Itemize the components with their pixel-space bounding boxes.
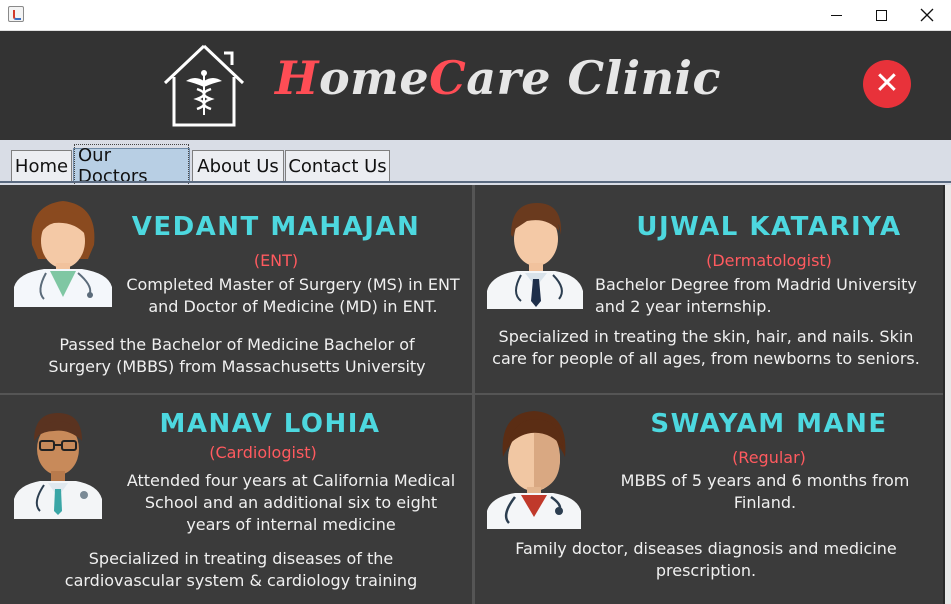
doctor-specialty: (ENT) — [253, 251, 299, 270]
doctor-card: MANAV LOHIA (Cardiologist) Attended four… — [0, 395, 472, 604]
doctor-description: Specialized in treating the skin, hair, … — [492, 327, 920, 368]
doctor-specialty: (Regular) — [732, 448, 806, 467]
maximize-button[interactable] — [858, 0, 904, 30]
doctor-name: SWAYAM MANE — [650, 409, 888, 439]
tab-our-doctors[interactable]: Our Doctors — [73, 143, 190, 188]
tab-strip: Home Our Doctors About Us Contact Us — [0, 140, 951, 188]
tab-contact-us[interactable]: Contact Us — [285, 150, 390, 182]
doctor-name: VEDANT MAHAJAN — [131, 212, 421, 242]
tab-home[interactable]: Home — [11, 150, 72, 182]
maximize-icon — [875, 9, 887, 21]
doctor-card: SWAYAM MANE (Regular) MBBS of 5 years an… — [475, 395, 943, 604]
doctor-description: Family doctor, diseases diagnosis and me… — [515, 539, 897, 580]
doctor-male-avatar-icon — [487, 203, 583, 309]
doctor-qualification: Completed Master of Surgery (MS) in ENT … — [126, 275, 460, 316]
doctor-cartoon-avatar-icon — [487, 411, 581, 529]
doctor-card: UJWAL KATARIYA (Dermatologist) Bachelor … — [475, 185, 943, 393]
doctor-qualification: Bachelor Degree from Madrid University a… — [595, 275, 917, 316]
exit-app-button[interactable]: ✕ — [863, 60, 911, 108]
minimize-button[interactable] — [813, 0, 859, 30]
doctor-description: Passed the Bachelor of Medicine Bachelor… — [48, 335, 426, 376]
window-titlebar — [0, 0, 951, 31]
doctor-female-avatar-icon — [14, 201, 112, 307]
house-caduceus-logo-icon — [163, 44, 245, 127]
doctor-qualification: Attended four years at California Medica… — [126, 471, 456, 534]
tab-underline — [0, 181, 951, 183]
doctor-specialty: (Dermatologist) — [706, 251, 832, 270]
doctor-description: Specialized in treating diseases of the … — [64, 549, 418, 590]
doctor-name: UJWAL KATARIYA — [636, 212, 902, 242]
panel-scrollbar[interactable] — [943, 185, 951, 604]
doctors-panel: VEDANT MAHAJAN (ENT) Completed Master of… — [0, 185, 951, 604]
doctor-name: MANAV LOHIA — [159, 409, 381, 439]
java-app-icon — [8, 6, 24, 22]
doctor-card: VEDANT MAHAJAN (ENT) Completed Master of… — [0, 185, 472, 393]
card-divider-horizontal — [0, 393, 951, 395]
close-icon: ✕ — [874, 66, 900, 101]
close-icon — [920, 8, 934, 22]
tab-about-us[interactable]: About Us — [192, 150, 284, 182]
doctor-glasses-avatar-icon — [14, 413, 102, 519]
doctor-qualification: MBBS of 5 years and 6 months from Finlan… — [620, 471, 910, 512]
doctor-specialty: (Cardiologist) — [209, 443, 317, 462]
clinic-brand-title: HomeCare Clinic — [275, 51, 722, 105]
window-close-button[interactable] — [904, 0, 950, 30]
minimize-icon — [830, 14, 842, 16]
header-banner: HomeCare Clinic ✕ — [0, 31, 951, 140]
